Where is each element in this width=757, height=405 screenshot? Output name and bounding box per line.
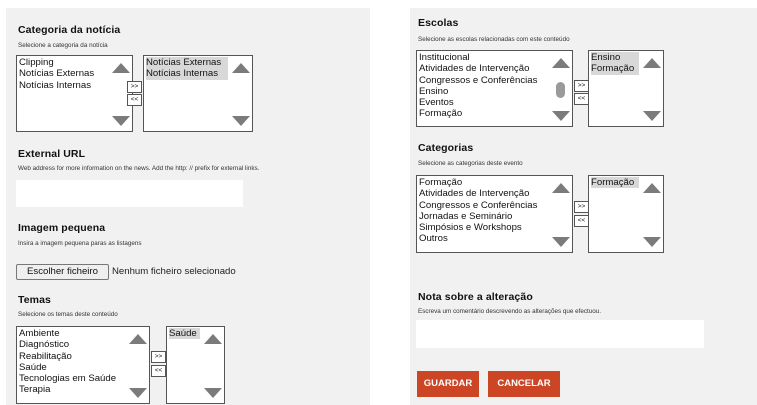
scroll-down-arrow-icon[interactable] xyxy=(112,116,130,126)
categoria-selected-scrollbar[interactable] xyxy=(230,56,252,131)
imagem-description: Insira a imagem pequena paras as listage… xyxy=(18,240,142,247)
temas-description: Selecione os temas deste conteúdo xyxy=(18,311,118,318)
categorias-remove-button[interactable]: << xyxy=(574,215,589,227)
nota-title: Nota sobre a alteração xyxy=(418,291,533,303)
list-item[interactable]: Ensino xyxy=(419,86,548,97)
list-item[interactable]: Diagnóstico xyxy=(19,339,125,350)
list-item[interactable]: Congressos e Conferências xyxy=(419,200,548,211)
imagem-title: Imagem pequena xyxy=(18,222,106,234)
categorias-available-scrollbar[interactable] xyxy=(550,176,572,252)
temas-available-scrollbar[interactable] xyxy=(127,327,149,403)
escolas-description: Selecione as escolas relacionadas com es… xyxy=(418,36,570,43)
external-url-description: Web address for more information on the … xyxy=(18,165,260,172)
scroll-down-arrow-icon[interactable] xyxy=(552,237,570,247)
external-url-title: External URL xyxy=(18,148,86,160)
list-item[interactable]: Tecnologias em Saúde xyxy=(19,373,125,384)
temas-remove-button[interactable]: << xyxy=(151,365,166,377)
scroll-up-arrow-icon[interactable] xyxy=(112,63,130,73)
scroll-up-arrow-icon[interactable] xyxy=(643,58,661,68)
scroll-down-arrow-icon[interactable] xyxy=(204,388,222,398)
escolas-selected-list[interactable]: Ensino Formação xyxy=(588,50,664,127)
escolas-add-button[interactable]: >> xyxy=(574,80,589,92)
list-item[interactable]: Notícias Internas xyxy=(146,68,228,80)
scroll-down-arrow-icon[interactable] xyxy=(552,111,570,121)
list-item[interactable]: Atividades de Intervenção xyxy=(419,63,548,74)
nota-description: Escreva um comentário descrevendo as alt… xyxy=(418,308,602,315)
categoria-title: Categoria da notícia xyxy=(18,24,121,36)
scroll-up-arrow-icon[interactable] xyxy=(643,183,661,193)
list-item[interactable]: Terapia xyxy=(19,384,125,395)
list-item[interactable]: Notícias Internas xyxy=(19,80,108,91)
temas-available-list[interactable]: Ambiente Diagnóstico Reabilitação Saúde Tecn… xyxy=(16,326,150,404)
scroll-up-arrow-icon[interactable] xyxy=(204,334,222,344)
escolas-remove-button[interactable]: << xyxy=(574,93,589,105)
list-item[interactable]: Institucional xyxy=(419,52,548,63)
left-form-panel: Categoria da notícia Selecione a categor… xyxy=(6,8,370,405)
list-item[interactable]: Reabilitação xyxy=(19,351,125,362)
list-item[interactable]: Atividades de Intervenção xyxy=(419,188,548,199)
categoria-available-list[interactable]: Clipping Notícias Externas Notícias Intern… xyxy=(16,55,133,132)
temas-add-button[interactable]: >> xyxy=(151,351,166,363)
list-item[interactable]: Saúde xyxy=(169,328,200,340)
scroll-down-arrow-icon[interactable] xyxy=(643,237,661,247)
categorias-title: Categorias xyxy=(418,142,474,154)
list-item[interactable]: Clipping xyxy=(19,57,108,68)
list-item[interactable]: Notícias Externas xyxy=(146,57,228,69)
categoria-add-button[interactable]: >> xyxy=(127,81,142,93)
escolas-scroll-thumb[interactable] xyxy=(556,82,565,98)
scroll-down-arrow-icon[interactable] xyxy=(232,116,250,126)
list-item[interactable]: Ensino xyxy=(591,52,639,64)
list-item[interactable]: Notícias Externas xyxy=(19,68,108,79)
list-item[interactable]: Jornadas e Seminário xyxy=(419,211,548,222)
scroll-up-arrow-icon[interactable] xyxy=(552,183,570,193)
escolas-available-list[interactable]: Institucional Atividades de Intervenção Co… xyxy=(416,50,573,127)
categorias-selected-list[interactable]: Formação xyxy=(588,175,664,253)
external-url-input[interactable] xyxy=(16,180,243,207)
list-item[interactable]: Eventos xyxy=(419,97,548,108)
list-item[interactable]: Formação xyxy=(591,63,639,75)
scroll-down-arrow-icon[interactable] xyxy=(643,111,661,121)
scroll-down-arrow-icon[interactable] xyxy=(129,388,147,398)
file-status-text: Nenhum ficheiro selecionado xyxy=(112,266,236,277)
save-button[interactable]: GUARDAR xyxy=(417,371,479,397)
scroll-up-arrow-icon[interactable] xyxy=(232,63,250,73)
temas-selected-scrollbar[interactable] xyxy=(202,327,224,403)
list-item[interactable]: Formação xyxy=(419,108,548,119)
list-item[interactable]: Saúde xyxy=(19,362,125,373)
right-form-panel: Escolas Selecione as escolas relacionada… xyxy=(410,8,757,405)
categoria-description: Selecione a categoria da notícia xyxy=(18,42,108,49)
categorias-add-button[interactable]: >> xyxy=(574,201,589,213)
list-item[interactable]: Ambiente xyxy=(19,328,125,339)
nota-input[interactable] xyxy=(416,320,704,348)
categorias-available-list[interactable]: Formação Atividades de Intervenção Congres… xyxy=(416,175,573,253)
temas-selected-list[interactable]: Saúde xyxy=(166,326,225,404)
temas-title: Temas xyxy=(18,294,51,306)
escolas-title: Escolas xyxy=(418,17,459,29)
categoria-selected-list[interactable]: Notícias Externas Notícias Internas xyxy=(143,55,253,132)
list-item[interactable]: Simpósios e Workshops xyxy=(419,222,548,233)
categorias-description: Selecione as categorias deste evento xyxy=(418,160,523,167)
escolas-selected-scrollbar[interactable] xyxy=(641,51,663,126)
list-item[interactable]: Formação xyxy=(591,177,639,189)
list-item[interactable]: Formação xyxy=(419,177,548,188)
categoria-remove-button[interactable]: << xyxy=(127,94,142,106)
scroll-up-arrow-icon[interactable] xyxy=(129,334,147,344)
escolas-available-scrollbar[interactable] xyxy=(550,51,572,126)
list-item[interactable]: Congressos e Conferências xyxy=(419,75,548,86)
choose-file-button[interactable]: Escolher ficheiro xyxy=(16,264,109,280)
categorias-selected-scrollbar[interactable] xyxy=(641,176,663,252)
cancel-button[interactable]: CANCELAR xyxy=(488,371,560,397)
list-item[interactable]: Outros xyxy=(419,233,548,244)
scroll-up-arrow-icon[interactable] xyxy=(552,58,570,68)
